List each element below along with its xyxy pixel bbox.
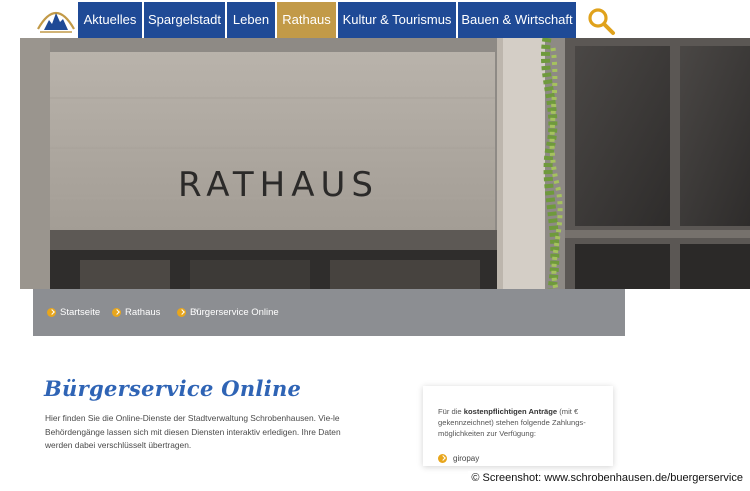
hero-image-rathaus: RATHAUS <box>20 38 750 289</box>
chevron-right-icon <box>438 454 447 463</box>
breadcrumb-rathaus[interactable]: Rathaus <box>125 307 160 318</box>
chevron-right-icon <box>177 308 186 317</box>
breadcrumb-startseite[interactable]: Startseite <box>60 307 100 318</box>
payment-info-text: Für die kostenpflichtigen Anträge (mit €… <box>438 407 586 438</box>
search-icon[interactable] <box>586 6 616 36</box>
nav-item-leben[interactable]: Leben <box>227 2 275 38</box>
nav-item-bauen-wirtschaft[interactable]: Bauen & Wirtschaft <box>458 2 576 38</box>
nav-item-rathaus[interactable]: Rathaus <box>277 2 336 38</box>
rathaus-sign-text: RATHAUS <box>178 165 379 205</box>
nav-item-aktuelles[interactable]: Aktuelles <box>78 2 142 38</box>
breadcrumb-current: Bürgerservice Online <box>190 307 279 318</box>
breadcrumb: Startseite Rathaus ˅ Bürgerservice Onlin… <box>33 289 625 336</box>
page-title: Bürgerservice Online <box>44 376 302 401</box>
city-logo[interactable] <box>36 3 76 35</box>
nav-item-spargelstadt[interactable]: Spargelstadt <box>144 2 225 38</box>
intro-text: Hier finden Sie die Online-Dienste der S… <box>45 413 341 450</box>
nav-item-kultur-tourismus[interactable]: Kultur & Tourismus <box>338 2 456 38</box>
screenshot-credit: © Screenshot: www.schrobenhausen.de/buer… <box>468 471 746 485</box>
chevron-right-icon <box>112 308 121 317</box>
chevron-right-icon <box>47 308 56 317</box>
payment-option-giropay[interactable]: giropay <box>453 454 479 463</box>
payment-info-box: Für die kostenpflichtigen Anträge (mit €… <box>423 386 613 466</box>
main-navigation: Aktuelles Spargelstadt Leben Rathaus Kul… <box>0 0 750 38</box>
